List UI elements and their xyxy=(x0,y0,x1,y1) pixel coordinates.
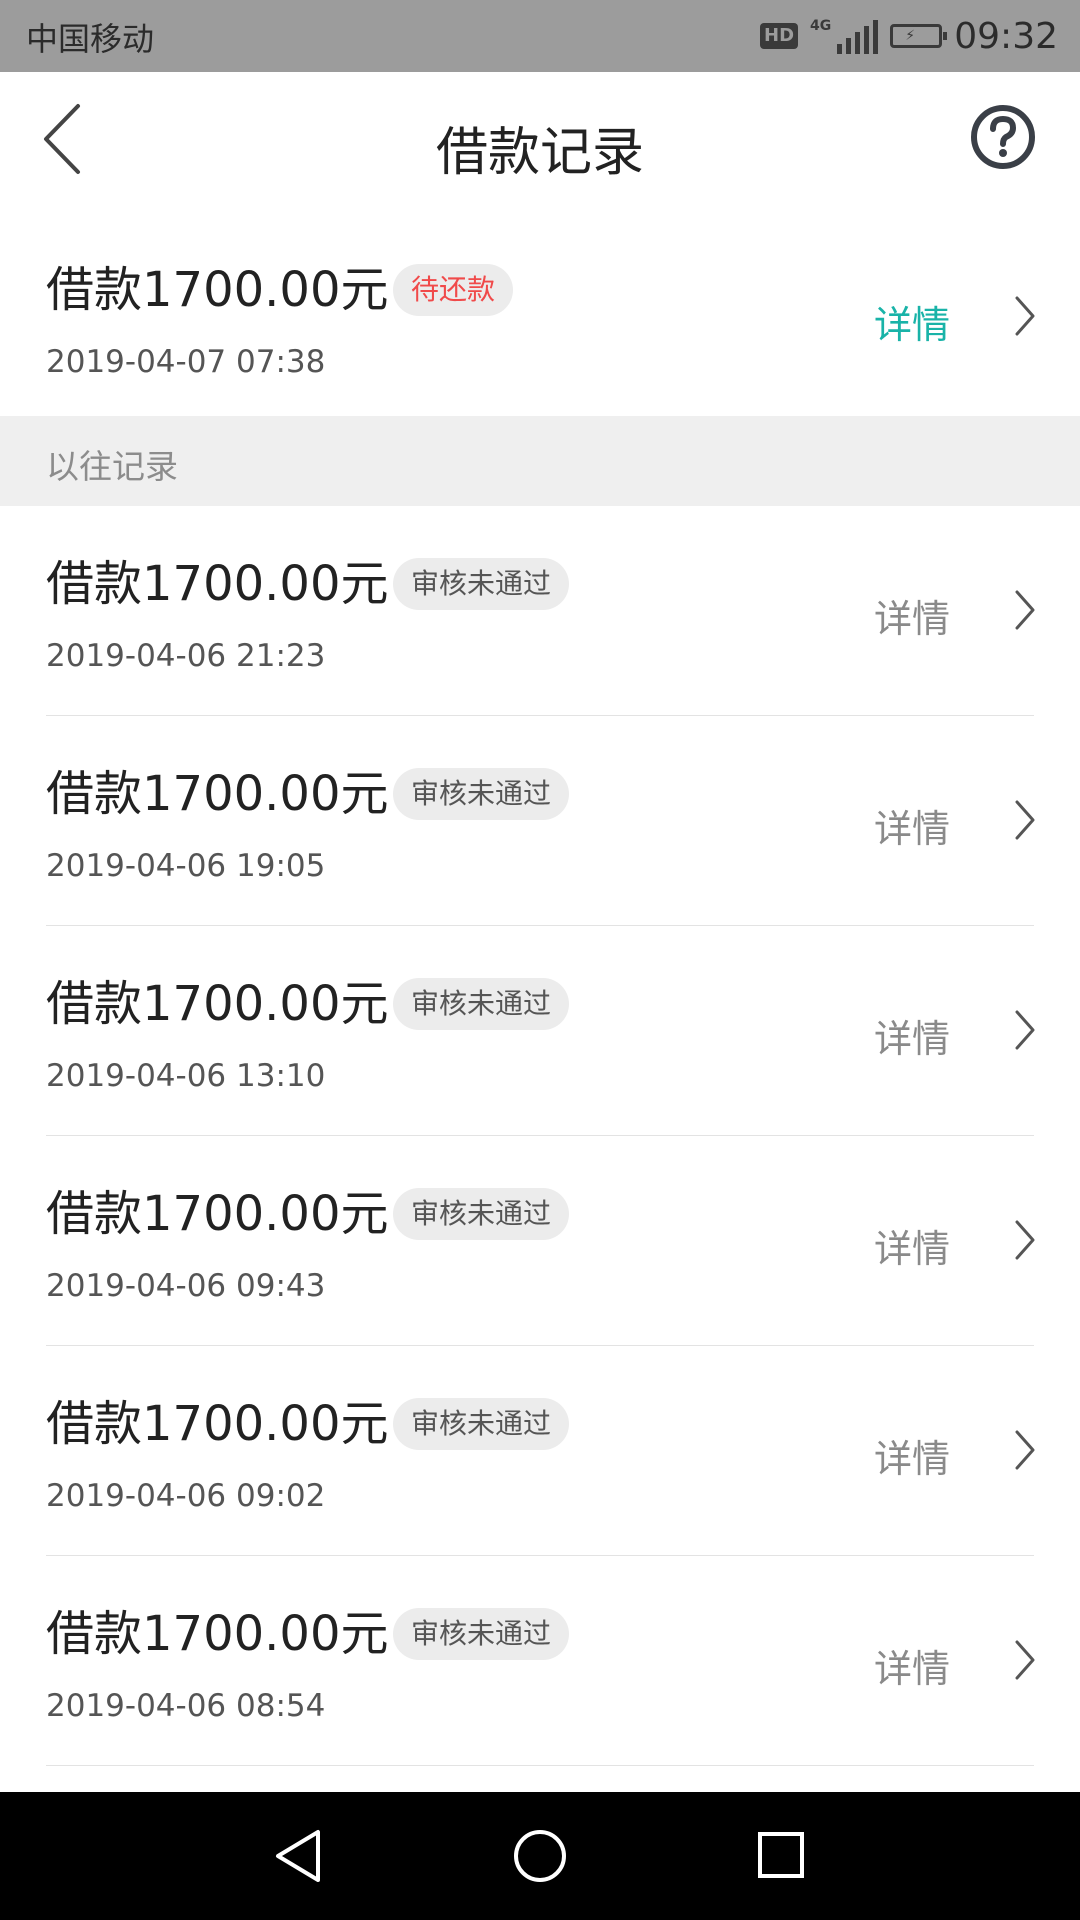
signal-icon: 4G xyxy=(810,18,879,54)
detail-link[interactable]: 详情 xyxy=(874,798,950,853)
chevron-right-icon xyxy=(1015,590,1035,630)
current-loan-row[interactable]: 借款1700.00元 待还款 2019-04-07 07:38 详情 xyxy=(0,212,1080,416)
loan-amount: 借款1700.00元 xyxy=(46,1186,389,1242)
system-nav-bar xyxy=(0,1792,1080,1920)
loan-amount: 借款1700.00元 xyxy=(46,976,389,1032)
detail-link[interactable]: 详情 xyxy=(874,294,950,349)
status-icons: HD 4G ⚡ 09:32 xyxy=(760,10,1058,62)
list-item[interactable]: 借款1700.00元 审核未通过 2019-04-06 09:02 详情 xyxy=(0,1346,1080,1556)
status-badge: 待还款 xyxy=(393,264,514,316)
question-circle-icon[interactable] xyxy=(968,102,1038,172)
chevron-right-icon xyxy=(1015,1220,1035,1260)
list-item[interactable]: 借款1700.00元 审核未通过 2019-04-06 13:10 详情 xyxy=(0,926,1080,1136)
loan-date: 2019-04-06 13:10 xyxy=(46,1058,326,1094)
detail-link[interactable]: 详情 xyxy=(874,1638,950,1693)
hd-icon: HD xyxy=(760,23,799,49)
status-badge: 审核未通过 xyxy=(393,1188,570,1240)
section-label: 以往记录 xyxy=(46,447,178,486)
loan-date: 2019-04-06 09:43 xyxy=(46,1268,326,1304)
circle-home-icon[interactable] xyxy=(512,1826,568,1886)
chevron-right-icon xyxy=(1015,1010,1035,1050)
chevron-right-icon xyxy=(1015,296,1035,336)
loan-amount: 借款1700.00元 xyxy=(46,1396,389,1452)
list-item[interactable]: 借款1700.00元 审核未通过 2019-04-06 08:54 详情 xyxy=(0,1556,1080,1766)
clock: 09:32 xyxy=(954,15,1058,57)
status-badge: 审核未通过 xyxy=(393,978,570,1030)
loan-amount: 借款1700.00元 xyxy=(46,556,389,612)
chevron-right-icon xyxy=(1015,1640,1035,1680)
app-header: 借款记录 xyxy=(0,72,1080,212)
chevron-right-icon xyxy=(1015,1430,1035,1470)
loan-date: 2019-04-06 19:05 xyxy=(46,848,326,884)
status-bar: 中国移动 HD 4G ⚡ 09:32 xyxy=(0,0,1080,72)
detail-link[interactable]: 详情 xyxy=(874,1008,950,1063)
list-item[interactable]: 借款1700.00元 审核未通过 2019-04-06 19:05 详情 xyxy=(0,716,1080,926)
detail-link[interactable]: 详情 xyxy=(874,588,950,643)
divider xyxy=(46,1765,1034,1766)
loan-amount: 借款1700.00元 xyxy=(46,766,389,822)
loan-amount: 借款1700.00元 xyxy=(46,1606,389,1662)
loan-date: 2019-04-06 21:23 xyxy=(46,638,326,674)
detail-link[interactable]: 详情 xyxy=(874,1218,950,1273)
carrier-label: 中国移动 xyxy=(26,20,155,58)
list-item[interactable]: 借款1700.00元 审核未通过 2019-04-06 09:43 详情 xyxy=(0,1136,1080,1346)
square-recents-icon[interactable] xyxy=(756,1828,806,1882)
loan-amount: 借款1700.00元 xyxy=(46,262,389,318)
status-badge: 审核未通过 xyxy=(393,1398,570,1450)
network-type-label: 4G xyxy=(810,18,832,34)
battery-icon: ⚡ xyxy=(890,24,948,48)
loan-date: 2019-04-07 07:38 xyxy=(46,344,326,380)
loan-date: 2019-04-06 09:02 xyxy=(46,1478,326,1514)
status-badge: 审核未通过 xyxy=(393,768,570,820)
status-badge: 审核未通过 xyxy=(393,558,570,610)
section-header: 以往记录 xyxy=(0,416,1080,506)
chevron-right-icon xyxy=(1015,800,1035,840)
page-title: 借款记录 xyxy=(435,123,644,183)
detail-link[interactable]: 详情 xyxy=(874,1428,950,1483)
loan-date: 2019-04-06 08:54 xyxy=(46,1688,326,1724)
status-badge: 审核未通过 xyxy=(393,1608,570,1660)
triangle-back-icon[interactable] xyxy=(272,1826,324,1886)
list-item[interactable]: 借款1700.00元 审核未通过 2019-04-06 21:23 详情 xyxy=(0,506,1080,716)
